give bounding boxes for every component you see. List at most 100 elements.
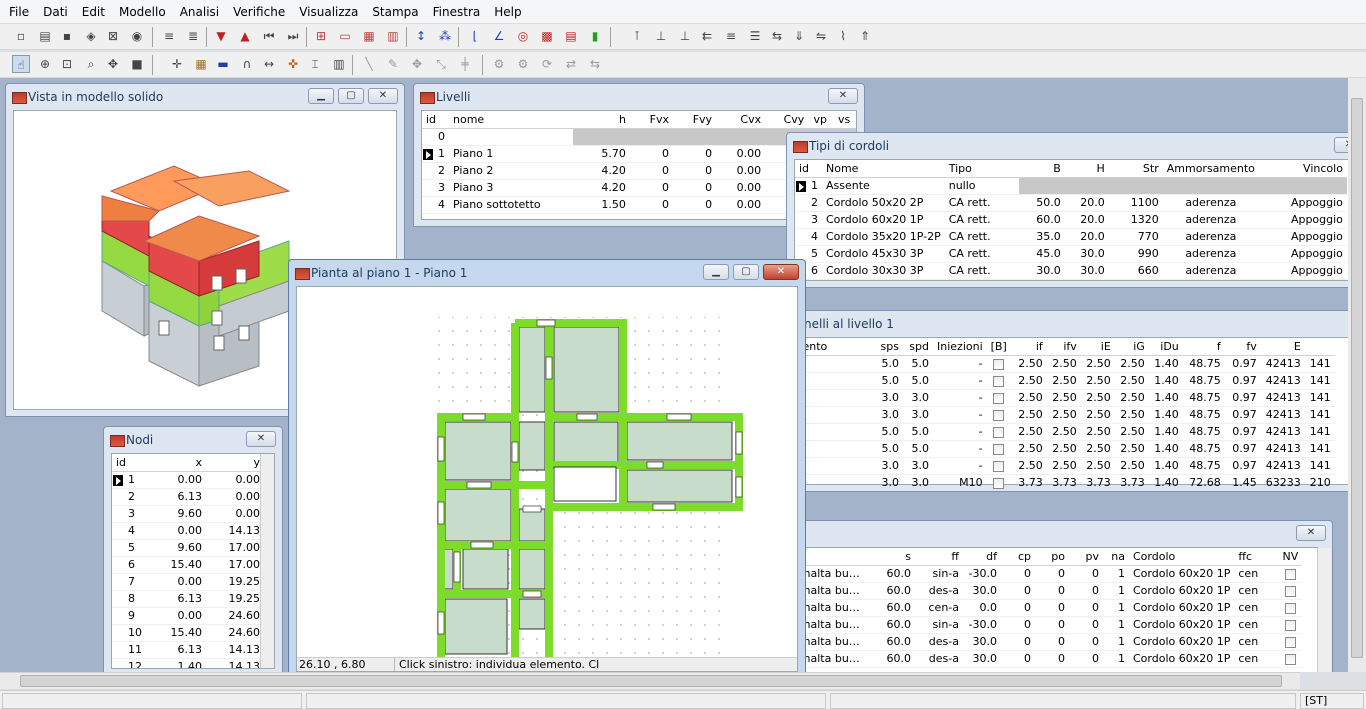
col-header[interactable]: fv [1224,338,1261,356]
col-header[interactable]: Iniezioni [933,338,987,356]
building-view-icon[interactable]: ▥ [384,27,402,45]
col-header[interactable]: na [1103,548,1129,566]
table-row[interactable]: 10 15.40 24.60 [112,624,264,642]
col-header[interactable]: iDu [1148,338,1183,356]
checkbox[interactable] [1284,636,1296,648]
new-file-icon[interactable]: ▫ [12,27,30,45]
table-row[interactable]: 5 (malta bu… 60.0 des-a 30.0 0 0 0 1 Cordolo 60x… [781,633,1303,651]
swap-icon[interactable]: ⇄ [562,55,580,73]
wall-icon[interactable]: ▦ [192,55,210,73]
target-icon[interactable]: ◎ [514,27,532,45]
close-button[interactable]: ✕ [828,88,858,104]
col-header[interactable]: if [1010,338,1047,356]
checkbox[interactable] [1284,619,1296,631]
table-row[interactable]: 5 (malta bu… 60.0 sin-a -30.0 0 0 0 1 Cordolo 60… [781,565,1303,583]
save-icon[interactable]: ▪ [58,27,76,45]
col-header[interactable]: x [148,454,206,472]
vertical-scrollbar[interactable] [260,454,274,668]
table-row[interactable]: ato5.05.0-2.502.502.502.501.4048.750.974… [781,440,1335,458]
close-model-icon[interactable]: ⊠ [104,27,122,45]
col-header[interactable]: pv [1069,548,1103,566]
export-icon[interactable]: ◈ [82,27,100,45]
dimension-icon[interactable]: ↕ [412,27,430,45]
swap-alt-icon[interactable]: ⇆ [586,55,604,73]
col-header[interactable]: Tipo [944,160,1019,178]
col-header[interactable]: f [1182,338,1225,356]
menu-stampa[interactable]: Stampa [365,0,425,24]
table-row[interactable]: 4 0.00 14.13 [112,522,264,540]
eraser-icon[interactable]: ✎ [384,55,402,73]
paste-level-icon[interactable]: ≣ [184,27,202,45]
table-row[interactable]: 5 9.60 17.00 [112,539,264,557]
copy-level-icon[interactable]: ≡ [160,27,178,45]
col-header[interactable]: ifv [1046,338,1081,356]
checkbox[interactable] [993,477,1005,489]
col-header[interactable]: y [206,454,264,472]
refresh-icon[interactable]: ⟳ [538,55,556,73]
col-header[interactable]: id [422,111,449,129]
col-header[interactable]: Ammorsamento [1162,160,1259,178]
zoom-window-icon[interactable]: ⊕ [36,55,54,73]
close-button[interactable]: ✕ [368,88,398,104]
table-row[interactable]: ato3.03.0M103.733.733.733.731.4072.681.4… [781,474,1335,491]
col-header[interactable]: nome [449,111,574,129]
menu-help[interactable]: Help [487,0,528,24]
checkbox[interactable] [993,409,1005,421]
menu-analisi[interactable]: Analisi [173,0,226,24]
vertical-scrollbar[interactable] [1317,548,1331,672]
col-header[interactable]: id [795,160,822,178]
close-button[interactable]: ✕ [1296,525,1326,541]
bar-chart-icon[interactable]: ▮ [586,27,604,45]
col-header[interactable]: cp [1001,548,1035,566]
menu-finestra[interactable]: Finestra [426,0,488,24]
col-header[interactable]: E [1260,338,1305,356]
close-button[interactable]: ✕ [246,431,276,447]
table-row[interactable]: 6 15.40 17.00 [112,556,264,574]
graph-icon[interactable]: ∠ [490,27,508,45]
zoom-extents-icon[interactable]: ⊡ [58,55,76,73]
table-row[interactable]: 2 Cordolo 50x20 2P CA rett. 50.0 20.0 1100 ade… [795,194,1347,212]
node-icon[interactable]: ✛ [168,55,186,73]
col-header[interactable] [1304,338,1335,356]
level-up-icon[interactable]: ▲ [236,27,254,45]
lines-icon[interactable]: ☰ [746,27,764,45]
move-icon[interactable]: ✥ [408,55,426,73]
minimize-button[interactable]: ▁ [703,264,729,280]
wall-view-icon[interactable]: ▭ [336,27,354,45]
col-header[interactable]: h [573,111,630,129]
minimize-button[interactable]: ▁ [308,88,334,104]
floor-plan-canvas[interactable]: 26.10 , 6.80 Click sinistro: individua e… [296,286,798,672]
table-row[interactable]: ato5.05.0-2.502.502.502.501.4048.750.974… [781,423,1335,441]
split-icon[interactable]: ⇆ [768,27,786,45]
col-header[interactable]: B [1018,160,1065,178]
col-header[interactable]: Cordolo [1129,548,1235,566]
col-header[interactable]: po [1035,548,1069,566]
stop-icon[interactable]: ■ [128,55,146,73]
nodes-icon[interactable]: ⁂ [436,27,454,45]
scroll-thumb[interactable] [1351,98,1363,658]
col-header[interactable]: vs [832,111,856,129]
col-header[interactable]: H [1064,160,1109,178]
menu-edit[interactable]: Edit [75,0,112,24]
menu-file[interactable]: File [2,0,36,24]
table-row[interactable]: 3 9.60 0.00 [112,505,264,523]
menu-dati[interactable]: Dati [36,0,75,24]
scroll-thumb[interactable] [20,675,1282,687]
col-header[interactable]: s [875,548,915,566]
table-row[interactable]: 1 0.00 0.00 [112,471,264,489]
close-button[interactable]: ✕ [763,264,799,280]
align-bottom-icon[interactable]: ⊥ [652,27,670,45]
pan-icon[interactable]: ✥ [104,55,122,73]
pointer-icon[interactable]: ☝ [12,55,30,73]
menu-modello[interactable]: Modello [112,0,173,24]
table-row[interactable]: 5 (malta bu… 60.0 des-a 30.0 0 0 0 1 Cordolo 60x… [781,650,1303,668]
maximize-button[interactable]: ▢ [338,88,364,104]
table-row[interactable]: ato5.05.0-2.502.502.502.501.4048.750.974… [781,372,1335,390]
table-row[interactable]: ato3.03.0-2.502.502.502.501.4048.750.974… [781,406,1335,424]
checkbox[interactable] [1284,653,1296,665]
open-folder-icon[interactable]: ▤ [36,27,54,45]
gear-icon[interactable]: ⚙ [490,55,508,73]
col-header[interactable]: NV [1278,548,1303,566]
col-header[interactable]: Vincolo [1258,160,1347,178]
beam-icon[interactable]: ▬ [214,55,232,73]
